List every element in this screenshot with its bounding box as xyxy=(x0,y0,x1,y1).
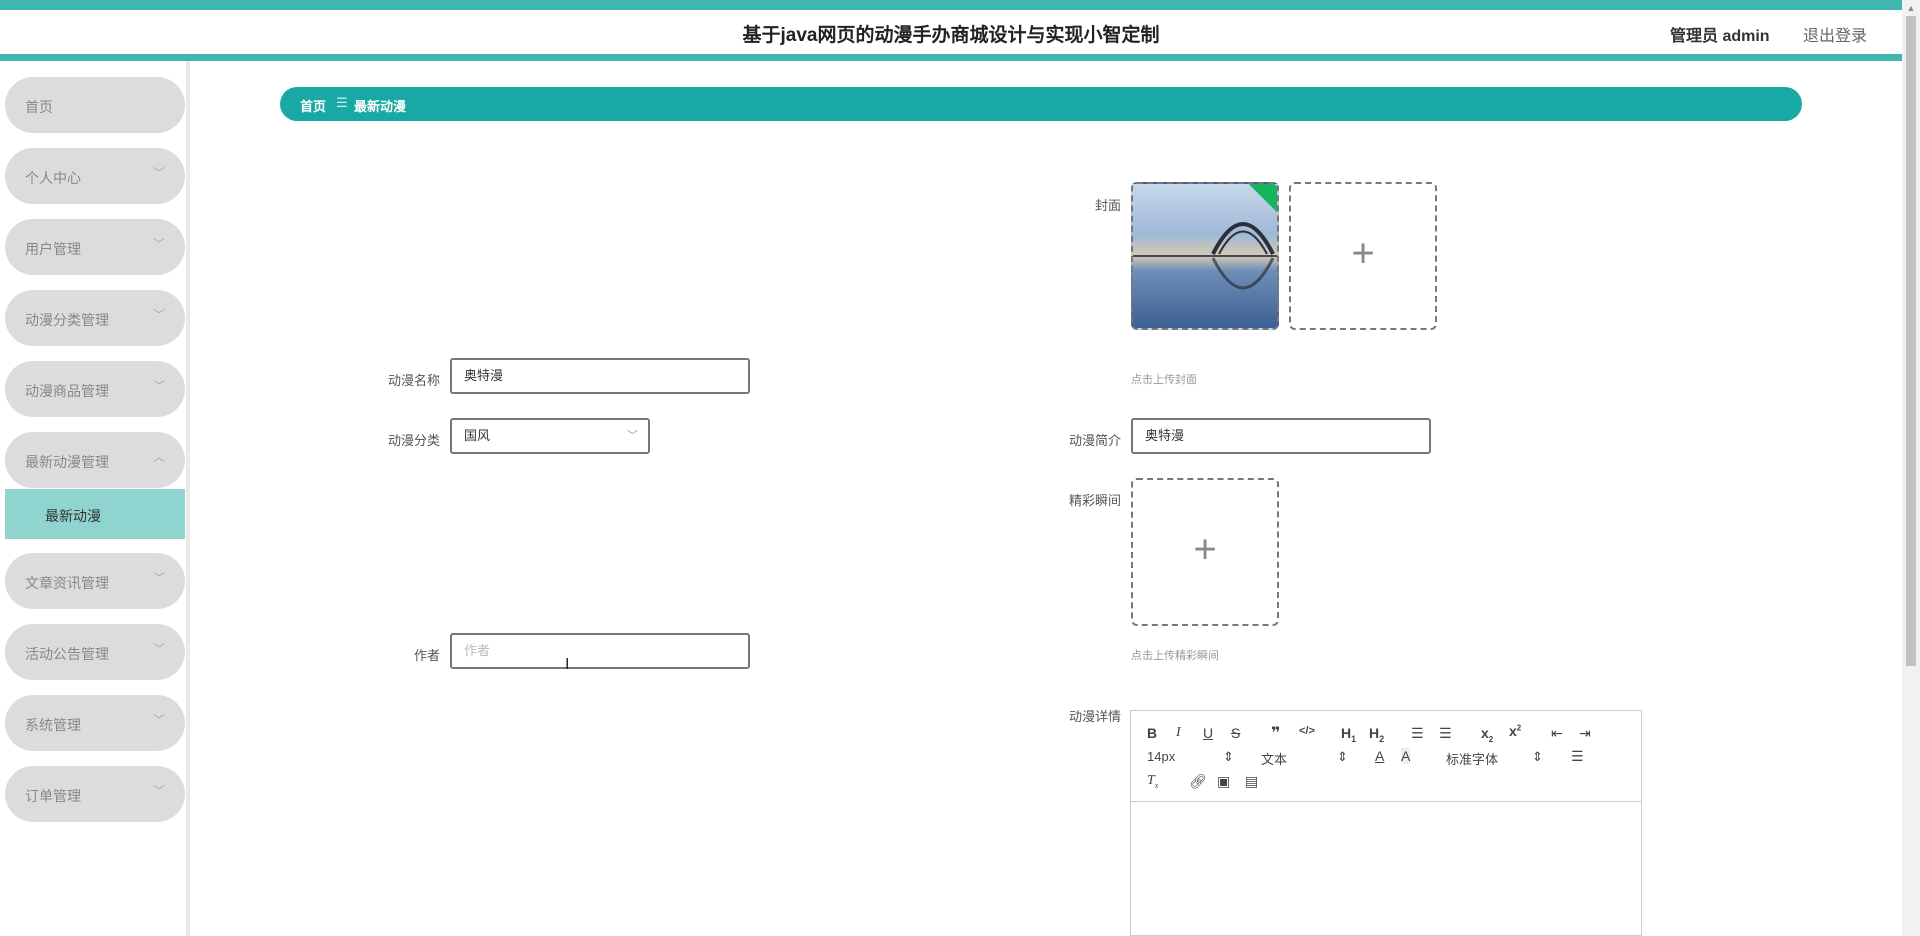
bold-icon[interactable]: B xyxy=(1147,725,1157,741)
sidebar-item-product-management[interactable]: 动漫商品管理 ﹀ xyxy=(5,361,185,417)
block-type-select[interactable]: 文本 ⇕ xyxy=(1261,749,1348,768)
sidebar-subitem-latest-anime[interactable]: 最新动漫 xyxy=(5,489,185,539)
ordered-list-icon[interactable]: ☰ xyxy=(1411,725,1424,742)
sidebar-item-label: 最新动漫管理 xyxy=(25,454,109,470)
sidebar-item-label: 首页 xyxy=(25,99,53,115)
scroll-up-arrow-icon[interactable]: ▲ xyxy=(1902,0,1920,16)
highlights-upload-hint: 点击上传精彩瞬间 xyxy=(1131,650,1219,662)
page-scrollbar[interactable]: ▲ xyxy=(1902,0,1920,936)
sidebar-item-label: 动漫商品管理 xyxy=(25,383,109,399)
heading-2-icon[interactable]: H2 xyxy=(1369,725,1384,744)
chevron-down-icon: ﹀ xyxy=(152,642,165,656)
anime-category-label: 动漫分类 xyxy=(387,433,440,448)
cover-upload-box[interactable]: + xyxy=(1289,182,1437,330)
sidebar-item-announcement-management[interactable]: 活动公告管理 ﹀ xyxy=(5,624,185,680)
bullet-list-icon[interactable]: ☰ xyxy=(1439,725,1452,742)
italic-icon[interactable]: I xyxy=(1176,725,1181,741)
plus-icon: + xyxy=(1193,527,1217,572)
sidebar-item-label: 用户管理 xyxy=(25,241,81,257)
heading-1-icon[interactable]: H1 xyxy=(1341,725,1356,744)
sidebar-item-label: 系统管理 xyxy=(25,717,81,733)
anime-category-select[interactable]: 国风 ﹀ xyxy=(450,418,650,454)
select-arrows-icon: ⇕ xyxy=(1337,749,1348,764)
cover-upload-hint: 点击上传封面 xyxy=(1131,374,1197,386)
subscript-icon[interactable]: x2 xyxy=(1481,725,1493,744)
cover-image-preview[interactable] xyxy=(1131,182,1279,330)
anime-category-value: 国风 xyxy=(464,428,491,443)
font-color-icon[interactable]: A xyxy=(1375,748,1384,764)
header-bottom-strip xyxy=(0,54,1902,61)
header-top-strip xyxy=(0,0,1902,10)
highlights-upload-box[interactable]: + xyxy=(1131,478,1279,626)
font-size-value: 14px xyxy=(1147,749,1176,764)
superscript-icon[interactable]: x2 xyxy=(1509,723,1521,739)
logout-button[interactable]: 退出登录 xyxy=(1803,22,1867,46)
anime-intro-label: 动漫简介 xyxy=(1068,433,1121,448)
anime-details-label: 动漫详情 xyxy=(1068,709,1121,724)
sidebar-item-order-management[interactable]: 订单管理 ﹀ xyxy=(5,766,185,822)
blockquote-icon[interactable]: ❞ xyxy=(1271,723,1280,743)
anime-name-input[interactable]: 奥特漫 xyxy=(450,358,750,394)
breadcrumb-current: 最新动漫 xyxy=(354,99,407,114)
outdent-icon[interactable]: ⇤ xyxy=(1551,725,1563,742)
sidebar-item-system-management[interactable]: 系统管理 ﹀ xyxy=(5,695,185,751)
author-label: 作者 xyxy=(413,648,440,663)
sidebar-item-latest-anime-management[interactable]: 最新动漫管理 ︿ xyxy=(5,432,185,488)
image-icon[interactable]: ▣ xyxy=(1217,773,1230,790)
highlights-label: 精彩瞬间 xyxy=(1068,493,1121,508)
editor-content-area[interactable] xyxy=(1131,802,1641,936)
chevron-down-icon: ﹀ xyxy=(152,713,165,727)
text-cursor-icon: I xyxy=(565,656,570,673)
underline-icon[interactable]: U xyxy=(1203,725,1213,741)
chevron-down-icon: ﹀ xyxy=(152,166,165,180)
code-block-icon[interactable]: </> xyxy=(1299,725,1315,737)
chevron-down-icon: ﹀ xyxy=(152,571,165,585)
breadcrumb-separator-icon: ☰ xyxy=(336,95,348,110)
sidebar-item-label: 活动公告管理 xyxy=(25,646,109,662)
bridge-image-icon xyxy=(1133,222,1277,290)
video-icon[interactable]: ▤ xyxy=(1245,773,1258,790)
breadcrumb-home[interactable]: 首页 xyxy=(300,96,326,115)
chevron-down-icon: ﹀ xyxy=(152,308,165,322)
font-family-select[interactable]: 标准字体 ⇕ xyxy=(1446,749,1543,768)
strikethrough-icon[interactable]: S xyxy=(1231,725,1240,741)
sidebar-item-label: 文章资讯管理 xyxy=(25,575,109,591)
sidebar-item-category-management[interactable]: 动漫分类管理 ﹀ xyxy=(5,290,185,346)
admin-label: 管理员 admin xyxy=(1670,28,1770,45)
sidebar-item-home[interactable]: 首页 xyxy=(5,77,185,133)
rich-text-editor[interactable]: B I U S ❞ </> H1 H2 ☰ ☰ x2 x2 ⇤ ⇥ 14px ⇕… xyxy=(1130,710,1642,936)
plus-icon: + xyxy=(1351,231,1375,276)
app-title: 基于java网页的动漫手办商城设计与实现小智定制 xyxy=(742,25,1160,46)
scrollbar-thumb[interactable] xyxy=(1906,16,1916,666)
chevron-down-icon: ﹀ xyxy=(152,379,165,393)
anime-name-label: 动漫名称 xyxy=(387,373,440,388)
clear-format-icon[interactable]: Tx xyxy=(1147,773,1158,790)
select-arrows-icon: ⇕ xyxy=(1223,749,1234,764)
indent-icon[interactable]: ⇥ xyxy=(1579,725,1591,742)
block-type-value: 文本 xyxy=(1261,752,1288,767)
editor-toolbar: B I U S ❞ </> H1 H2 ☰ ☰ x2 x2 ⇤ ⇥ 14px ⇕… xyxy=(1131,711,1641,802)
sidebar-item-user-management[interactable]: 用户管理 ﹀ xyxy=(5,219,185,275)
sidebar-item-personal-center[interactable]: 个人中心 ﹀ xyxy=(5,148,185,204)
background-color-icon[interactable]: A xyxy=(1401,748,1411,764)
font-size-select[interactable]: 14px ⇕ xyxy=(1147,749,1234,764)
author-input[interactable]: 作者 xyxy=(450,633,750,669)
sidebar-subitem-label: 最新动漫 xyxy=(45,508,101,524)
cover-label: 封面 xyxy=(1094,198,1121,213)
link-icon[interactable]: 🔗︎ xyxy=(1189,773,1207,790)
chevron-down-icon: ﹀ xyxy=(152,784,165,798)
sidebar: 首页 个人中心 ﹀ 用户管理 ﹀ 动漫分类管理 ﹀ 动漫商品管理 ﹀ 最新动漫管… xyxy=(0,61,190,936)
sidebar-item-article-management[interactable]: 文章资讯管理 ﹀ xyxy=(5,553,185,609)
chevron-down-icon: ﹀ xyxy=(627,430,638,442)
sidebar-item-label: 动漫分类管理 xyxy=(25,312,109,328)
font-family-value: 标准字体 xyxy=(1446,752,1499,767)
sidebar-item-label: 订单管理 xyxy=(25,788,81,804)
sidebar-item-label: 个人中心 xyxy=(25,170,81,186)
breadcrumb: 首页 ☰ 最新动漫 xyxy=(280,87,1802,121)
anime-intro-input[interactable]: 奥特漫 xyxy=(1131,418,1431,454)
chevron-up-icon: ︿ xyxy=(152,450,165,464)
chevron-down-icon: ﹀ xyxy=(152,237,165,251)
select-arrows-icon: ⇕ xyxy=(1532,749,1543,764)
align-icon[interactable]: ☰ xyxy=(1571,748,1584,765)
